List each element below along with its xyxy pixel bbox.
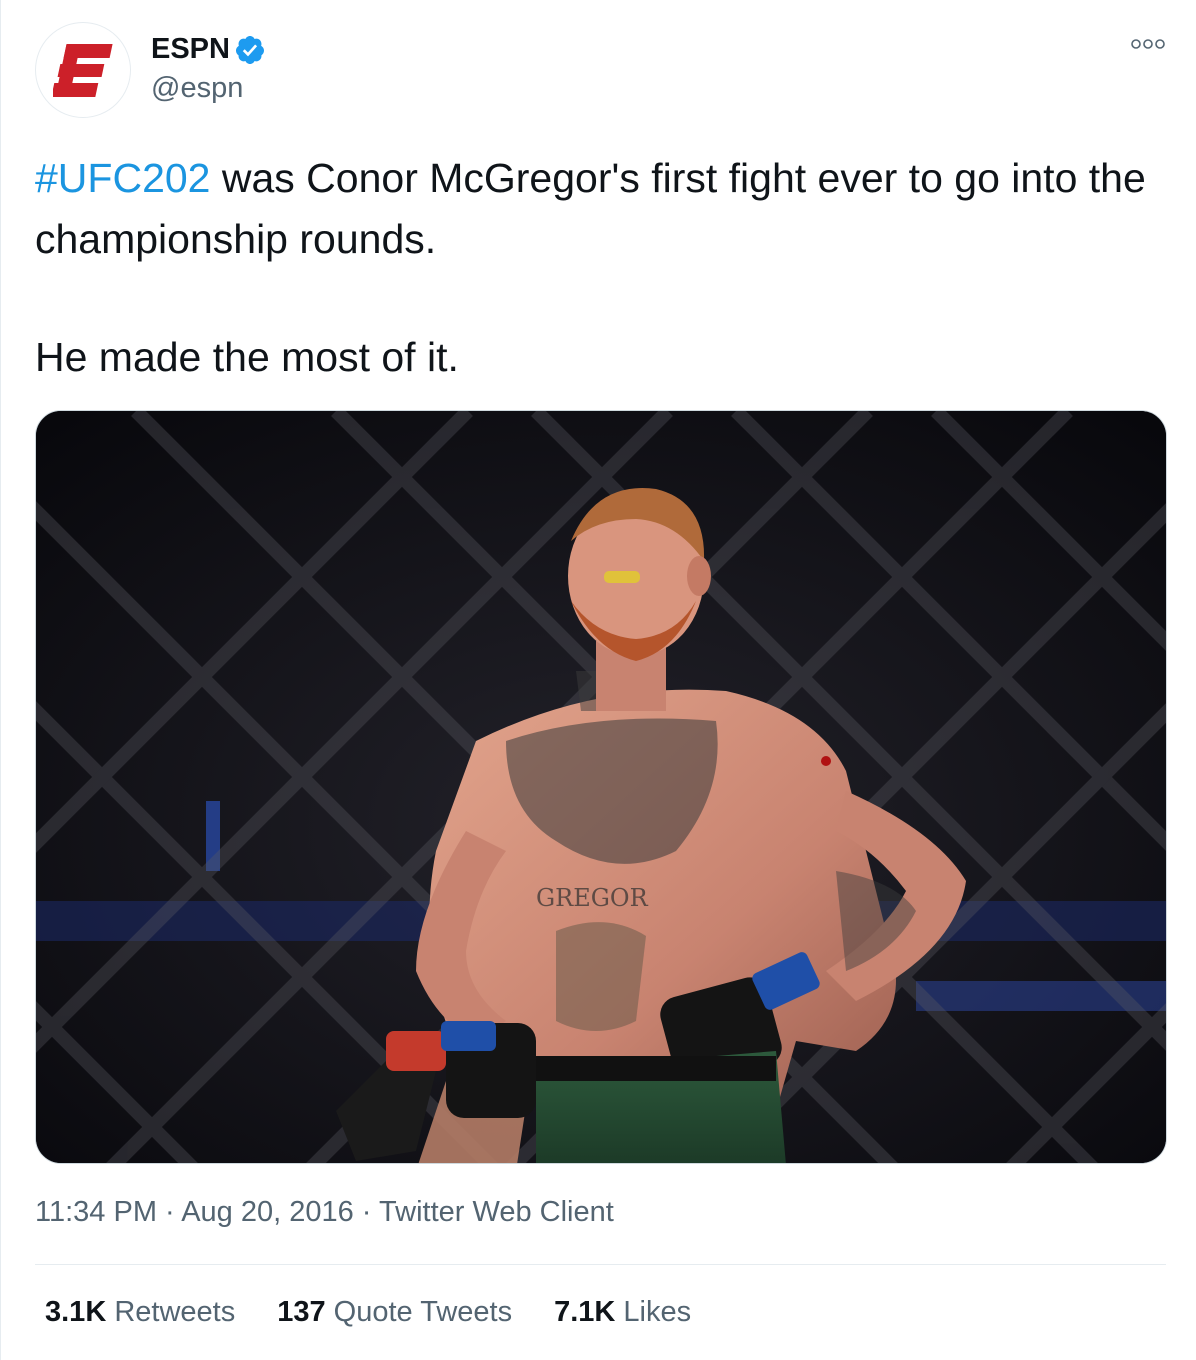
display-name[interactable]: ESPN [151, 33, 230, 66]
tweet-paragraph-1: #UFC202 was Conor McGregor's first fight… [35, 148, 1165, 270]
tweet-card: ESPN @espn #UFC202 was Conor McGregor's … [0, 0, 1196, 1360]
author-names: ESPN @espn [151, 30, 266, 105]
meta-separator: · [165, 1196, 175, 1228]
quote-tweets-stat[interactable]: 137 Quote Tweets [277, 1296, 512, 1329]
tweet-paragraph-2: He made the most of it. [35, 334, 459, 380]
display-name-row: ESPN [151, 30, 266, 68]
tweet-photo[interactable]: GREGOR [35, 410, 1167, 1164]
tweet-stats: 3.1K Retweets 137 Quote Tweets 7.1K Like… [45, 1296, 733, 1329]
tweet-metadata: 11:34 PM · Aug 20, 2016 · Twitter Web Cl… [35, 1196, 614, 1229]
retweets-label: Retweets [114, 1296, 236, 1328]
divider [35, 1264, 1166, 1265]
retweets-stat[interactable]: 3.1K Retweets [45, 1296, 235, 1329]
likes-stat[interactable]: 7.1K Likes [554, 1296, 691, 1329]
hashtag-link[interactable]: #UFC202 [35, 155, 210, 201]
tweet-time[interactable]: 11:34 PM [35, 1196, 157, 1228]
avatar[interactable] [35, 22, 131, 118]
espn-logo-icon [53, 44, 113, 97]
likes-count: 7.1K [554, 1296, 616, 1328]
fighter-photo-illustration: GREGOR [36, 411, 1166, 1163]
likes-label: Likes [623, 1296, 692, 1328]
quotes-label: Quote Tweets [333, 1296, 513, 1328]
handle[interactable]: @espn [151, 72, 266, 105]
quotes-count: 137 [277, 1296, 326, 1328]
meta-separator: · [361, 1196, 372, 1228]
tweet-header: ESPN @espn [35, 22, 1166, 118]
retweets-count: 3.1K [45, 1296, 107, 1328]
tweet-source[interactable]: Twitter Web Client [379, 1196, 614, 1228]
tweet-text: #UFC202 was Conor McGregor's first fight… [35, 148, 1165, 388]
tweet-date[interactable]: Aug 20, 2016 [181, 1196, 354, 1228]
more-options-icon[interactable] [1130, 34, 1166, 54]
svg-text:GREGOR: GREGOR [536, 884, 649, 912]
verified-badge-icon [235, 36, 264, 64]
